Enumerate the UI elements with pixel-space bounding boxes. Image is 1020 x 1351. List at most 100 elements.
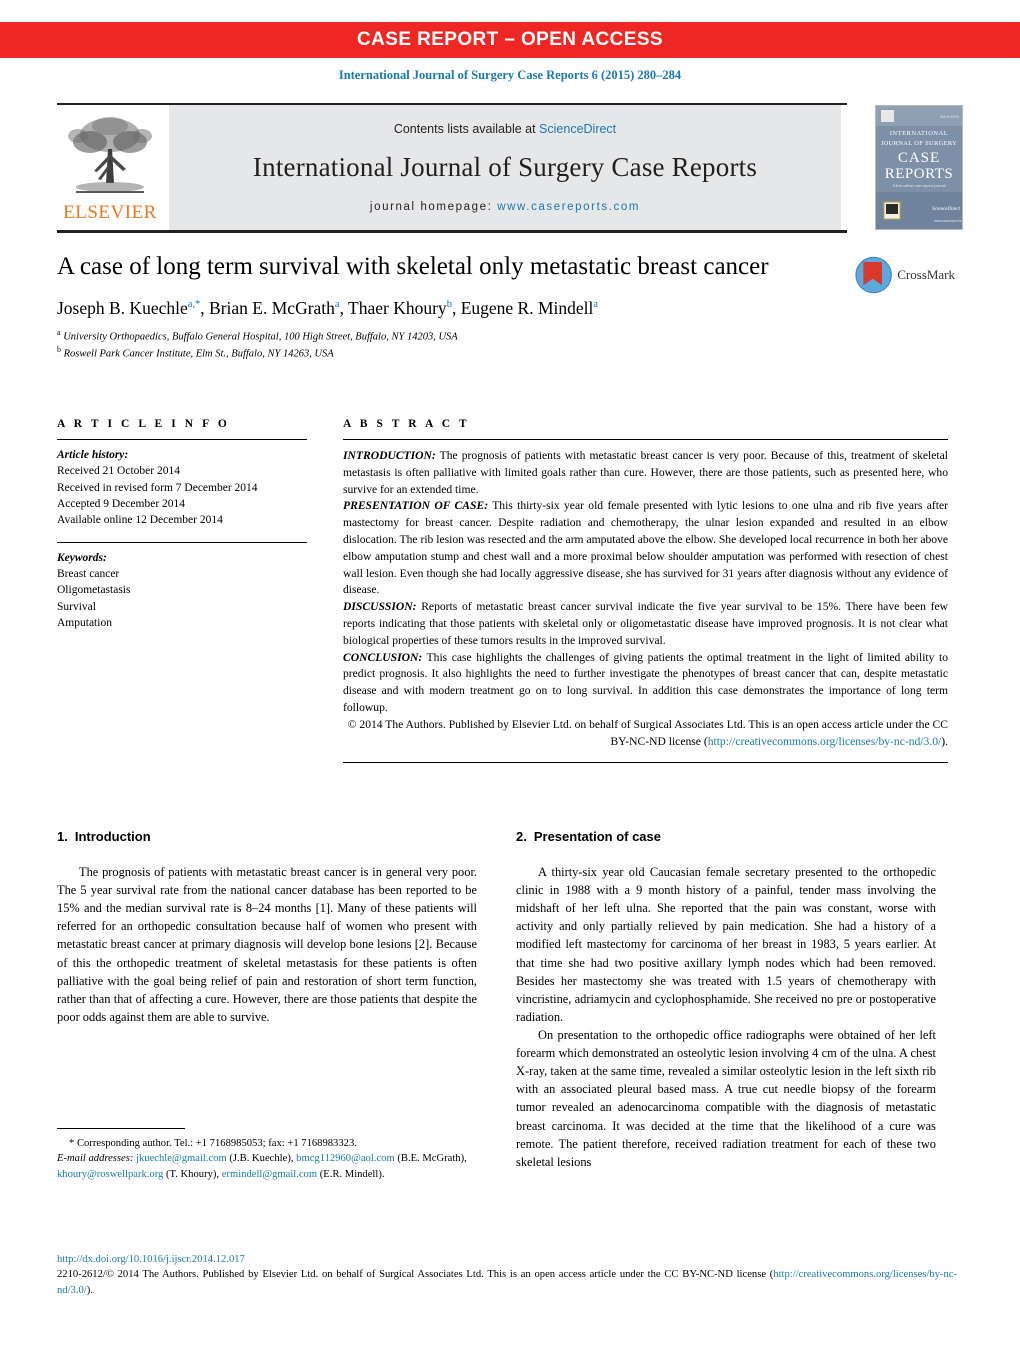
history-item: Available online 12 December 2014	[57, 514, 223, 527]
abstract-section-lead: PRESENTATION OF CASE:	[343, 499, 489, 513]
elsevier-tree-icon	[68, 117, 152, 193]
page-title: A case of long term survival with skelet…	[57, 253, 769, 280]
author-affil-marker: a	[593, 298, 599, 310]
issn-text: 2210-2612/© 2014 The Authors. Published …	[57, 1269, 767, 1281]
abstract-section-lead: INTRODUCTION:	[343, 449, 436, 462]
contents-available-line: Contents lists available at ScienceDirec…	[394, 122, 616, 136]
svg-text:INTERNATIONAL: INTERNATIONAL	[890, 130, 949, 137]
crossmark-label: CrossMark	[897, 267, 955, 282]
svg-text:JOURNAL OF SURGERY: JOURNAL OF SURGERY	[881, 140, 957, 147]
author: Eugene R. Mindella	[461, 298, 598, 318]
journal-cover-image: Vol 6 2015 INTERNATIONAL JOURNAL OF SURG…	[876, 106, 962, 229]
section-heading-presentation: 2. Presentation of case	[516, 828, 936, 847]
article-history-block: Article history: Received 21 October 201…	[57, 447, 307, 529]
abstract-section: PRESENTATION OF CASE: This thirty-six ye…	[343, 498, 948, 599]
article-info-heading: A R T I C L E I N F O	[57, 418, 230, 430]
sciencedirect-link[interactable]: ScienceDirect	[539, 122, 616, 136]
email-owner: (B.E. McGrath),	[397, 1153, 467, 1165]
abstract-section-lead: CONCLUSION:	[343, 650, 423, 664]
section-title: Introduction	[74, 829, 151, 844]
author-list: Joseph B. Kuechlea,*, Brian E. McGratha,…	[57, 297, 599, 318]
doi-link[interactable]: http://dx.doi.org/10.1016/j.ijscr.2014.1…	[57, 1252, 957, 1267]
email-owner: (E.R. Mindell).	[319, 1168, 385, 1180]
homepage-url-link[interactable]: www.casereports.com	[497, 201, 640, 213]
section-heading-introduction: 1. Introduction	[57, 828, 477, 847]
footnote-rule	[57, 1128, 185, 1129]
cc-license-link[interactable]: http://creativecommons.org/licenses/by-n…	[708, 735, 942, 748]
keyword-item: Survival	[57, 600, 96, 613]
abstract-body: INTRODUCTION: The prognosis of patients …	[343, 448, 948, 750]
svg-text:ScienceDirect: ScienceDirect	[932, 207, 961, 212]
abstract-section-text: Reports of metastatic breast cancer surv…	[343, 600, 948, 647]
author-name: Brian E. McGrath	[209, 297, 335, 318]
article-page: CASE REPORT – OPEN ACCESS International …	[0, 0, 1020, 1351]
author: Brian E. McGratha	[209, 298, 340, 318]
title-block: A case of long term survival with skelet…	[57, 252, 857, 362]
affiliation-marker: b	[57, 345, 61, 355]
keyword-item: Oligometastasis	[57, 584, 131, 597]
svg-text:www.casereports.com: www.casereports.com	[934, 219, 962, 223]
email-owner: (T. Khoury),	[166, 1168, 220, 1180]
svg-text:CASE: CASE	[898, 150, 940, 166]
homepage-label: journal homepage:	[369, 200, 493, 213]
section-number: 1.	[57, 829, 68, 844]
affiliation-marker: a	[57, 327, 61, 337]
svg-text:A free online case reports jou: A free online case reports journal	[892, 183, 946, 188]
abstract-column: A B S T R A C T INTRODUCTION: The progno…	[343, 418, 948, 764]
email-owner: (J.B. Kuechle),	[229, 1153, 294, 1165]
abstract-section: DISCUSSION: Reports of metastatic breast…	[343, 599, 948, 649]
affiliation-text: Roswell Park Cancer Institute, Elm St., …	[63, 348, 334, 360]
keywords-label: Keywords:	[57, 551, 107, 564]
banner-text: CASE REPORT – OPEN ACCESS	[357, 29, 663, 50]
elsevier-wordmark: ELSEVIER	[63, 202, 157, 223]
author-name: Joseph B. Kuechle	[57, 297, 188, 318]
keyword-item: Amputation	[57, 616, 112, 629]
paragraph: The prognosis of patients with metastati…	[57, 864, 477, 1024]
author-name: Eugene R. Mindell	[460, 297, 594, 318]
copyright-tail: ).	[941, 734, 948, 748]
abstract-copyright: © 2014 The Authors. Published by Elsevie…	[343, 717, 948, 751]
svg-text:Vol 6 2015: Vol 6 2015	[940, 114, 960, 119]
section-number: 2.	[516, 829, 527, 844]
section-title: Presentation of case	[533, 829, 661, 844]
article-info-column: A R T I C L E I N F O Article history: R…	[57, 418, 307, 631]
crossmark-icon	[855, 256, 892, 294]
email-link[interactable]: ermindell@gmail.com	[222, 1169, 317, 1180]
abstract-section-lead: DISCUSSION:	[343, 600, 417, 614]
elsevier-logo: ELSEVIER	[57, 105, 163, 230]
email-link[interactable]: khoury@roswellpark.org	[57, 1169, 163, 1180]
affiliation: a University Orthopaedics, Buffalo Gener…	[57, 327, 857, 345]
email-label: E-mail addresses:	[57, 1153, 134, 1165]
crossmark-badge[interactable]: CrossMark	[855, 252, 955, 298]
keyword-item: Breast cancer	[57, 567, 120, 580]
abstract-section-text: This case highlights the challenges of g…	[343, 650, 948, 714]
author-name: Thaer Khoury	[348, 297, 447, 318]
masthead-center: Contents lists available at ScienceDirec…	[169, 105, 841, 230]
svg-text:REPORTS: REPORTS	[885, 166, 953, 182]
abstract-section: INTRODUCTION: The prognosis of patients …	[343, 448, 948, 498]
journal-title: International Journal of Surgery Case Re…	[252, 151, 758, 182]
running-head: International Journal of Surgery Case Re…	[338, 68, 682, 82]
abstract-section: CONCLUSION: This case highlights the cha…	[343, 650, 948, 717]
issn-license-line: 2210-2612/© 2014 The Authors. Published …	[57, 1267, 957, 1298]
author: Joseph B. Kuechlea,*	[57, 298, 200, 318]
journal-homepage-line: journal homepage: www.casereports.com	[370, 201, 640, 213]
footer-license-block: http://dx.doi.org/10.1016/j.ijscr.2014.1…	[57, 1252, 957, 1298]
email-link[interactable]: jkuechle@gmail.com	[136, 1153, 227, 1164]
journal-masthead: ELSEVIER Contents lists available at Sci…	[57, 103, 963, 233]
affiliation-text: University Orthopaedics, Buffalo General…	[63, 331, 458, 342]
keywords-rule	[57, 541, 307, 543]
body-column-right: 2. Presentation of case A thirty-six year…	[516, 828, 936, 1171]
paragraph: On presentation to the orthopedic office…	[516, 1027, 936, 1169]
email-link[interactable]: bmcg112960@aol.com	[296, 1153, 395, 1164]
email-addresses-note: E-mail addresses: jkuechle@gmail.com (J.…	[57, 1151, 481, 1182]
history-item: Received 21 October 2014	[57, 465, 180, 478]
history-item: Received in revised form 7 December 2014	[57, 481, 258, 494]
affiliation: b Roswell Park Cancer Institute, Elm St.…	[57, 344, 857, 362]
affiliation-list: a University Orthopaedics, Buffalo Gener…	[57, 327, 857, 362]
article-history-label: Article history:	[57, 449, 129, 461]
author-affil-marker: a,*	[187, 298, 201, 310]
abstract-bottom-rule	[343, 762, 948, 764]
author-affil-marker: a	[334, 298, 340, 310]
masthead-bottom-rule	[57, 230, 847, 233]
